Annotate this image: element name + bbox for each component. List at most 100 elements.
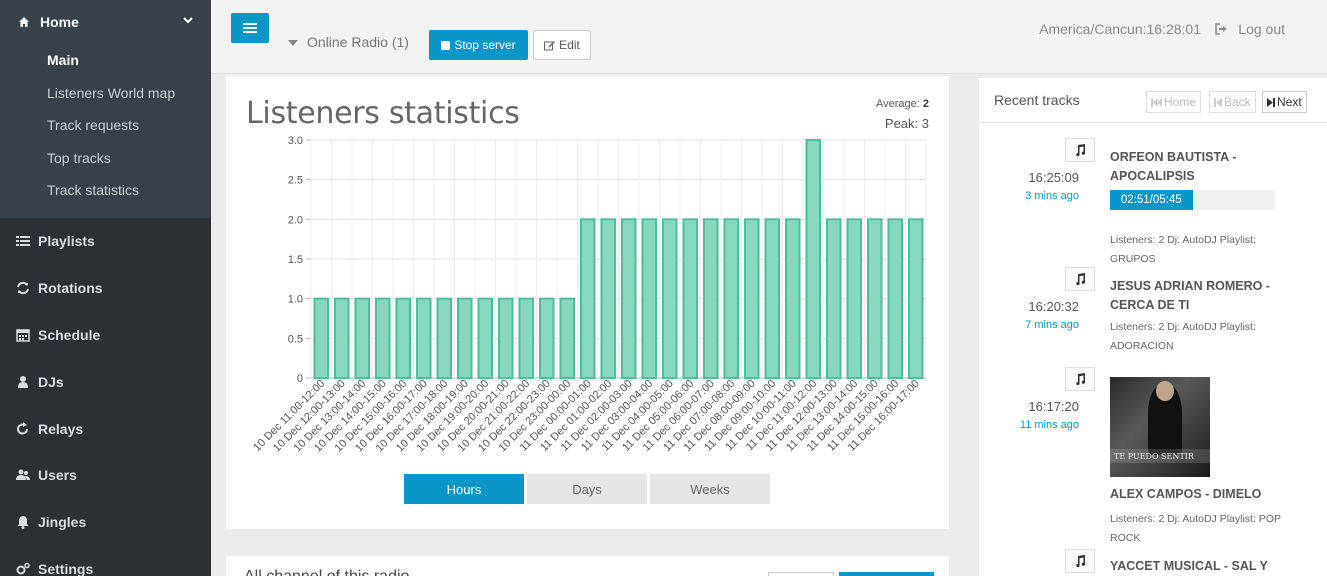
step-backward-icon bbox=[1214, 97, 1222, 107]
track-progress-fill: 02:51/05:45 bbox=[1110, 190, 1193, 210]
music-icon[interactable] bbox=[1065, 138, 1095, 162]
channels-panel: All channel of this radio bbox=[226, 556, 949, 576]
users-icon bbox=[16, 469, 30, 481]
sidebar-item-label: Settings bbox=[38, 560, 94, 576]
recent-next-label: Next bbox=[1277, 95, 1302, 109]
recent-home-label: Home bbox=[1164, 95, 1197, 109]
track-info: Listeners: 2 Dj: AutoDJ Playlist: POP RO… bbox=[1110, 513, 1281, 544]
chart-bar bbox=[846, 218, 863, 379]
recent-tracks-header: Recent tracks Home Back Next bbox=[979, 78, 1327, 123]
y-tick-label: 3.0 bbox=[288, 135, 303, 147]
sidebar-item-home[interactable]: Home bbox=[0, 0, 211, 44]
track-title: YACCET MUSICAL - SAL Y bbox=[1110, 559, 1268, 573]
chart-bar bbox=[579, 218, 596, 379]
sidebar-item-jingles[interactable]: Jingles bbox=[0, 499, 211, 546]
sidebar-subitem-top-tracks[interactable]: Top tracks bbox=[0, 142, 211, 175]
fast-backward-icon bbox=[1151, 97, 1162, 107]
track-title: JESUS ADRIAN ROMERO - CERCA DE TI bbox=[1110, 279, 1270, 312]
range-days-button[interactable]: Days bbox=[527, 474, 647, 504]
music-note-icon bbox=[1076, 555, 1085, 567]
sidebar-subitem-track-requests[interactable]: Track requests bbox=[0, 109, 211, 142]
range-hours-button[interactable]: Hours bbox=[404, 474, 524, 504]
menu-toggle-button[interactable] bbox=[231, 13, 269, 43]
music-note-icon bbox=[1076, 144, 1085, 156]
channels-secondary-button[interactable] bbox=[768, 572, 834, 576]
chart-bar bbox=[743, 218, 760, 379]
track-ago: 3 mins ago bbox=[1025, 190, 1079, 202]
chevron-down-icon bbox=[183, 17, 193, 24]
home-icon bbox=[19, 17, 29, 27]
user-icon bbox=[18, 375, 28, 388]
sidebar-item-label: DJs bbox=[38, 373, 64, 390]
sidebar-subitem-world-map[interactable]: Listeners World map bbox=[0, 77, 211, 110]
logout-link[interactable]: Log out bbox=[1215, 21, 1285, 37]
chart-bar bbox=[456, 297, 473, 380]
music-icon[interactable] bbox=[1065, 367, 1095, 391]
cover-head bbox=[1156, 381, 1174, 401]
sidebar-item-label: Playlists bbox=[38, 233, 95, 250]
chart-bar bbox=[313, 297, 330, 380]
sidebar-subitem-main[interactable]: Main bbox=[0, 44, 211, 77]
chart-bar bbox=[620, 218, 637, 379]
sidebar-subitem-track-statistics[interactable]: Track statistics bbox=[0, 174, 211, 207]
sidebar-item-schedule[interactable]: Schedule bbox=[0, 312, 211, 359]
recent-tracks-title: Recent tracks bbox=[994, 92, 1080, 108]
sidebar-item-label: Home bbox=[40, 14, 79, 30]
top-bar: Online Radio (1) Stop server Edit Americ… bbox=[211, 0, 1327, 74]
recent-back-button[interactable]: Back bbox=[1209, 91, 1256, 113]
music-icon[interactable] bbox=[1065, 267, 1095, 291]
chart-bar bbox=[702, 218, 719, 379]
sidebar-item-label: Schedule bbox=[38, 326, 101, 343]
chart-bar bbox=[415, 297, 432, 380]
track-time: 16:20:32 bbox=[1028, 299, 1079, 314]
chart-bar bbox=[395, 297, 412, 380]
sidebar-item-label: Jingles bbox=[38, 514, 87, 531]
chart-bar bbox=[805, 139, 822, 379]
home-section: Home Main Listeners World map Track requ… bbox=[0, 0, 211, 218]
chart-bar bbox=[682, 218, 699, 379]
album-cover[interactable]: TE PUEDO SENTIR bbox=[1110, 377, 1210, 477]
rotate-icon bbox=[17, 421, 29, 435]
chart-bar bbox=[354, 297, 371, 380]
range-weeks-button[interactable]: Weeks bbox=[650, 474, 770, 504]
y-tick-label: 2.5 bbox=[288, 175, 303, 187]
recent-next-button[interactable]: Next bbox=[1262, 91, 1307, 113]
sign-out-icon bbox=[1215, 23, 1227, 35]
chart-bar bbox=[784, 218, 801, 379]
sidebar-item-relays[interactable]: Relays bbox=[0, 405, 211, 452]
sidebar-item-djs[interactable]: DJs bbox=[0, 358, 211, 405]
recent-home-button[interactable]: Home bbox=[1146, 91, 1202, 113]
music-note-icon bbox=[1076, 373, 1085, 385]
sidebar: Home Main Listeners World map Track requ… bbox=[0, 0, 211, 576]
chart-bar bbox=[723, 218, 740, 379]
bell-icon bbox=[17, 516, 29, 530]
channels-primary-button[interactable] bbox=[839, 572, 934, 576]
calendar-icon bbox=[16, 329, 30, 342]
chart-bar bbox=[641, 218, 658, 379]
y-tick-label: 0.5 bbox=[288, 333, 303, 345]
sidebar-item-rotations[interactable]: Rotations bbox=[0, 265, 211, 312]
edit-button[interactable]: Edit bbox=[533, 30, 591, 60]
track-time: 16:25:09 bbox=[1028, 170, 1079, 185]
step-forward-icon bbox=[1267, 97, 1275, 107]
listeners-bar-chart: 00.51.01.52.02.53.010 Dec 11:00-12:0010 … bbox=[251, 135, 927, 454]
station-dropdown-caret-icon[interactable] bbox=[288, 40, 298, 46]
chart-bar bbox=[538, 297, 555, 380]
sidebar-item-label: Rotations bbox=[38, 280, 103, 297]
sidebar-item-settings[interactable]: Settings bbox=[0, 546, 211, 576]
stop-server-button[interactable]: Stop server bbox=[429, 30, 528, 60]
chart-bar bbox=[825, 218, 842, 379]
chart-bar bbox=[518, 297, 535, 380]
y-tick-label: 2.0 bbox=[288, 214, 303, 226]
hamburger-icon bbox=[243, 23, 257, 33]
stop-icon bbox=[441, 40, 451, 50]
track-ago: 7 mins ago bbox=[1025, 319, 1079, 331]
track-info: Listeners: 2 Dj: AutoDJ Playlist: GRUPOS bbox=[1110, 234, 1256, 265]
stop-server-label: Stop server bbox=[454, 38, 516, 52]
chart-bar bbox=[333, 297, 350, 380]
sidebar-item-users[interactable]: Users bbox=[0, 452, 211, 499]
station-selector[interactable]: Online Radio (1) bbox=[307, 34, 409, 50]
channels-panel-title: All channel of this radio bbox=[244, 568, 409, 576]
music-icon[interactable] bbox=[1065, 549, 1095, 573]
sidebar-item-playlists[interactable]: Playlists bbox=[0, 218, 211, 265]
